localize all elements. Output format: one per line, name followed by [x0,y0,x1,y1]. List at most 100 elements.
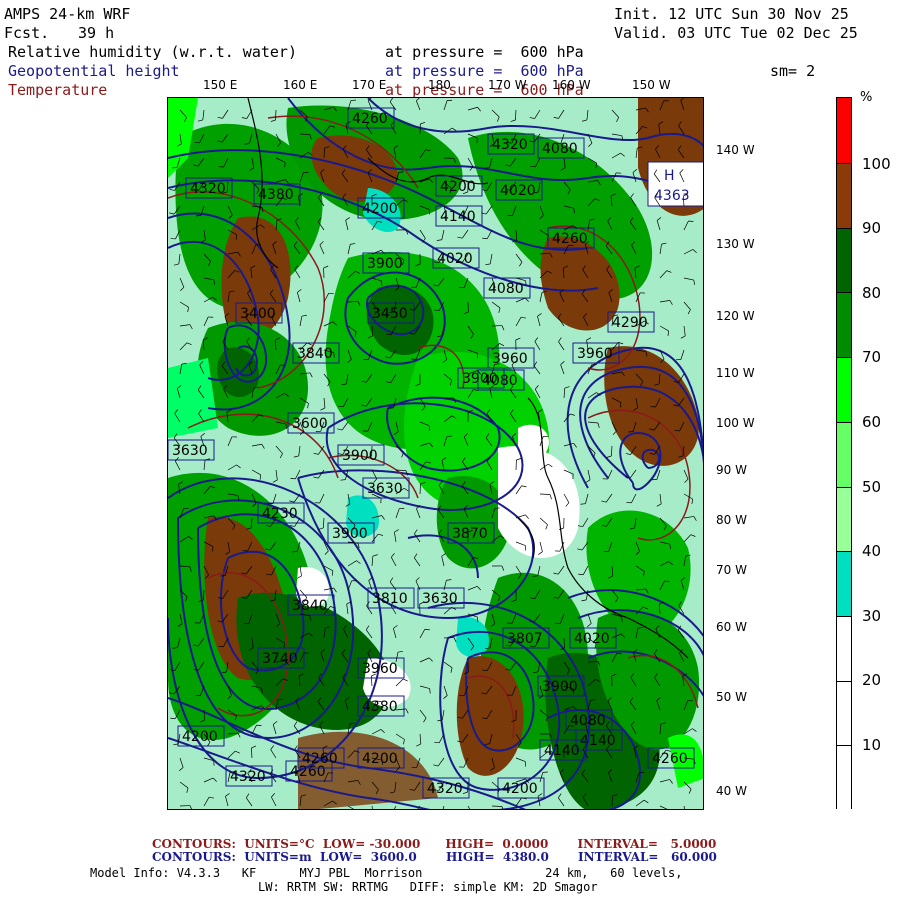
footer-model-info-2: LW: RRTM SW: RRTMG DIFF: simple KM: 2D S… [258,880,598,894]
colorbar [836,97,852,812]
colorbar-tick: 90 [862,219,882,237]
svg-text:3600: 3600 [292,416,328,432]
height-value-label: 3960 [487,347,535,369]
height-value-label: 3900 [337,444,385,466]
height-value-label: 3807 [502,627,550,649]
colorbar-tick: 40 [862,542,882,560]
height-value-label: 4080 [483,277,531,299]
lon-label: 150 E [203,78,238,92]
height-value-label: 4200 [177,725,225,747]
svg-text:4290: 4290 [612,315,648,331]
valid-time: Valid. 03 UTC Tue 02 Dec 25 [614,24,858,42]
colorbar-tick: 80 [862,284,882,302]
svg-text:3400: 3400 [240,306,276,322]
height-value-label: 3740 [257,647,305,669]
svg-text:4200: 4200 [440,179,476,195]
field-hgt-name: Geopotential height [8,62,180,80]
height-value-label: 4020 [432,247,480,269]
height-value-label: 4200 [497,777,545,799]
rh-fill-layer [168,98,703,809]
lat-label: 80 W [716,513,747,527]
height-value-label: 4020 [569,627,617,649]
high-pressure-marker: H 4363 [647,161,703,207]
forecast-label: Fcst. [4,24,50,42]
height-value-label: 4290 [607,311,655,333]
colorbar-unit: % [860,90,873,105]
lon-label: 180 [428,78,451,92]
svg-text:3900: 3900 [542,679,578,695]
svg-text:4320: 4320 [492,137,528,153]
field-rh-name: Relative humidity (w.r.t. water) [8,43,297,61]
svg-text:4200: 4200 [362,751,398,767]
height-value-label: 3630 [362,477,410,499]
height-value-label: 4260 [297,747,345,769]
forecast-hour: 39 h [78,24,115,42]
svg-text:4320: 4320 [230,769,266,785]
height-value-label: 3400 [235,302,283,324]
svg-text:3960: 3960 [577,346,613,362]
svg-text:3630: 3630 [172,443,208,459]
height-value-label: 4380 [253,183,301,205]
height-value-label: 4380 [357,695,405,717]
height-value-label: 4020 [495,179,543,201]
colorbar-segment [837,163,851,229]
height-value-label: 4080 [565,709,613,731]
smoothing-label: sm= 2 [770,62,816,80]
svg-text:4260: 4260 [352,111,388,127]
svg-text:4260: 4260 [552,231,588,247]
lat-label: 100 W [716,416,755,430]
height-value-label: 3840 [287,594,335,616]
field-temp-name: Temperature [8,81,108,99]
height-value-label: 4140 [435,205,483,227]
svg-text:4020: 4020 [437,251,473,267]
height-value-label: 3960 [572,342,620,364]
colorbar-segment [837,421,851,488]
model-title: AMPS 24-km WRF [4,5,131,23]
height-value-label: 3600 [287,412,335,434]
height-value-label: 3630 [417,587,465,609]
svg-text:4260: 4260 [652,751,688,767]
svg-text:4200: 4200 [362,201,398,217]
svg-text:4200: 4200 [502,781,538,797]
svg-text:3870: 3870 [452,526,488,542]
lat-label: 120 W [716,309,755,323]
colorbar-segment [837,357,851,424]
height-value-label: 3900 [457,367,505,389]
svg-text:4230: 4230 [262,506,298,522]
lon-label: 160 E [283,78,318,92]
svg-text:3900: 3900 [367,256,403,272]
field-rh-level: at pressure = 600 hPa [385,43,584,61]
height-value-label: 4080 [537,137,585,159]
lat-label: 70 W [716,563,747,577]
map-panel: 4320 4380 4260 4200 4140 4020 4080 4363 4320 4200… [167,97,704,810]
height-value-label: 3840 [292,342,340,364]
colorbar-segment [837,615,851,682]
lat-label: 90 W [716,463,747,477]
footer-height-contours: CONTOURS: UNITS=m LOW= 3600.0 HIGH= 4380… [152,850,717,864]
lon-label: 170 W [488,78,527,92]
lat-label: 140 W [716,143,755,157]
svg-text:4200: 4200 [182,729,218,745]
colorbar-tick: 100 [862,155,891,173]
height-value-label: 3900 [537,675,585,697]
height-value-label: 3630 [168,439,215,461]
lat-label: 110 W [716,366,755,380]
height-value-label: 3960 [357,657,405,679]
svg-text:3807: 3807 [507,631,543,647]
height-value-label: 4320 [487,133,535,155]
colorbar-segment [837,680,851,747]
lat-label: 60 W [716,620,747,634]
init-time: Init. 12 UTC Sun 30 Nov 25 [614,5,849,23]
height-value-label: 4200 [357,197,405,219]
footer-model-info: Model Info: V4.3.3 KF MYJ PBL Morrison 2… [90,866,683,880]
svg-text:3450: 3450 [372,306,408,322]
svg-text:3960: 3960 [362,661,398,677]
svg-text:3840: 3840 [297,346,333,362]
colorbar-segment [837,486,851,553]
high-marker-letter: H [664,168,675,184]
svg-text:4380: 4380 [258,187,294,203]
svg-text:3740: 3740 [262,651,298,667]
colorbar-segment [837,98,851,163]
svg-text:4020: 4020 [574,631,610,647]
height-value-label: 3900 [327,522,375,544]
